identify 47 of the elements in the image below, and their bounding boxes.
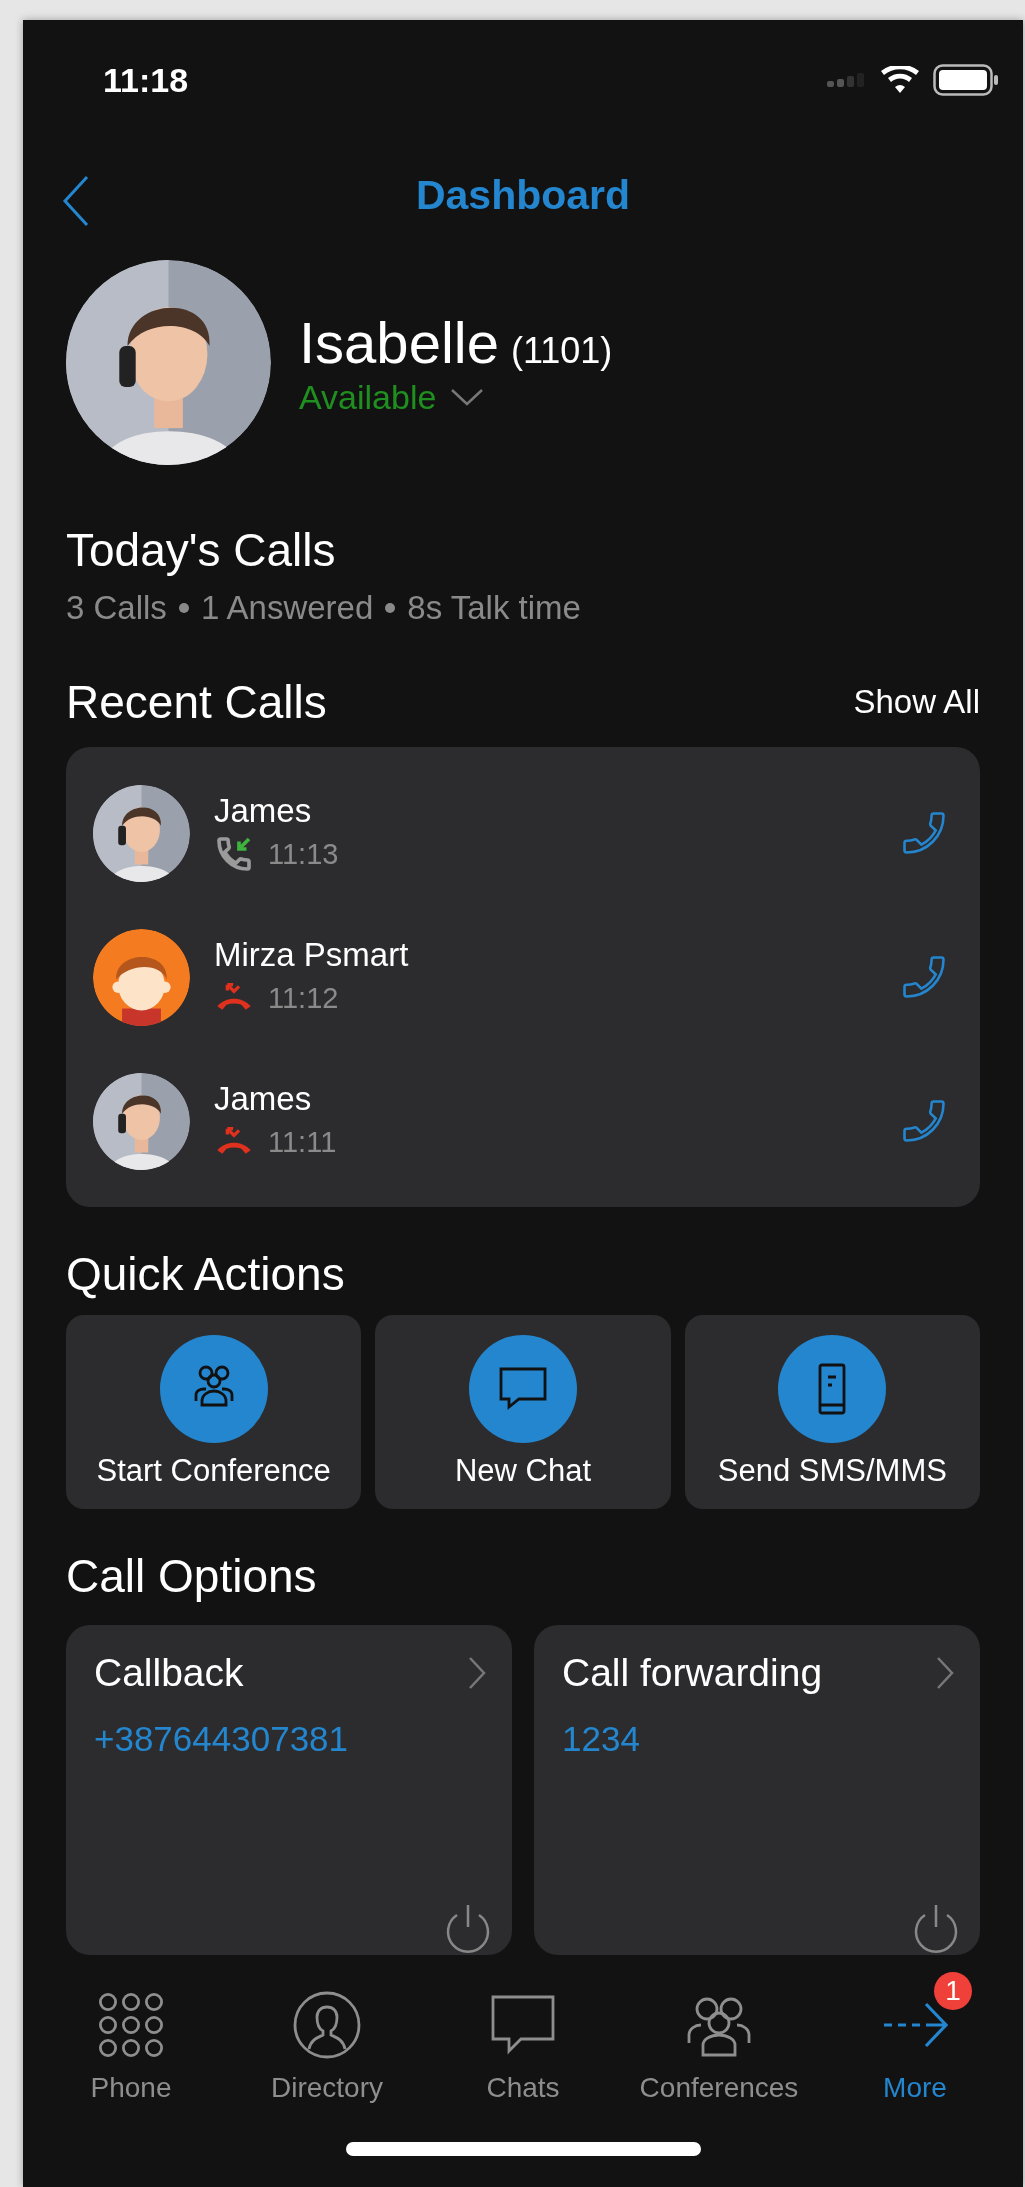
call-option-card[interactable]: Callback +387644307381 [66,1625,512,1955]
separator-dot [385,603,396,613]
call-time: 11:11 [268,1125,337,1159]
notification-badge: 1 [934,1972,972,2010]
back-icon[interactable] [61,175,91,227]
tab-bar-item[interactable]: 1 More [817,1975,1013,2110]
section-title: Quick Actions [66,1247,346,1301]
call-stat: 8s Talk time [407,589,581,627]
option-title: Call forwarding [562,1651,823,1695]
presence-status[interactable]: Available [299,377,437,417]
section-title: Recent Calls [66,675,327,729]
status-time: 11:18 [103,60,189,100]
incoming-call-icon [214,834,254,874]
chevron-icon [468,1656,486,1690]
tab-bar-item[interactable]: Directory [229,1975,425,2110]
call-option-card[interactable]: Call forwarding 1234 [534,1625,980,1955]
caller-name: James [214,792,313,830]
section-title: Today's Calls [66,523,337,577]
dialpad-icon [98,1992,164,2058]
user-name: Isabelle [299,308,499,376]
caller-name: James [214,1080,313,1118]
user-extension: (1101) [510,329,613,372]
arrow-icon [882,2000,948,2050]
tab-bar-item[interactable]: Phone [33,1975,229,2110]
quick-action-button[interactable]: Send SMS/MMS [684,1315,980,1509]
caret-icon[interactable] [450,387,485,407]
chevron-icon [936,1656,954,1690]
tab-bar-item[interactable]: Chats [425,1975,621,2110]
wifi-icon [881,66,919,94]
quick-action-button[interactable]: Start Conference [66,1315,362,1509]
call-time: 11:12 [268,981,339,1015]
tab-bar-item[interactable]: Conferences [621,1975,817,2110]
battery-icon [933,64,999,96]
caller-name: Mirza Psmart [214,936,410,974]
call-stat: 3 Calls [66,589,167,627]
call-time: 11:13 [268,837,339,871]
option-value: 1234 [562,1719,641,1759]
screen-title: Dashboard [415,171,631,219]
person-icon [293,1991,361,2059]
show-all-link[interactable]: Show All [853,683,980,721]
call-stat: 1 Answered [200,589,374,627]
quick-action-button[interactable]: New Chat [375,1315,671,1509]
option-title: Callback [94,1651,244,1695]
separator-dot [178,603,189,613]
signal-icon [827,72,867,88]
section-title: Call Options [66,1549,318,1603]
option-value: +387644307381 [94,1719,350,1759]
